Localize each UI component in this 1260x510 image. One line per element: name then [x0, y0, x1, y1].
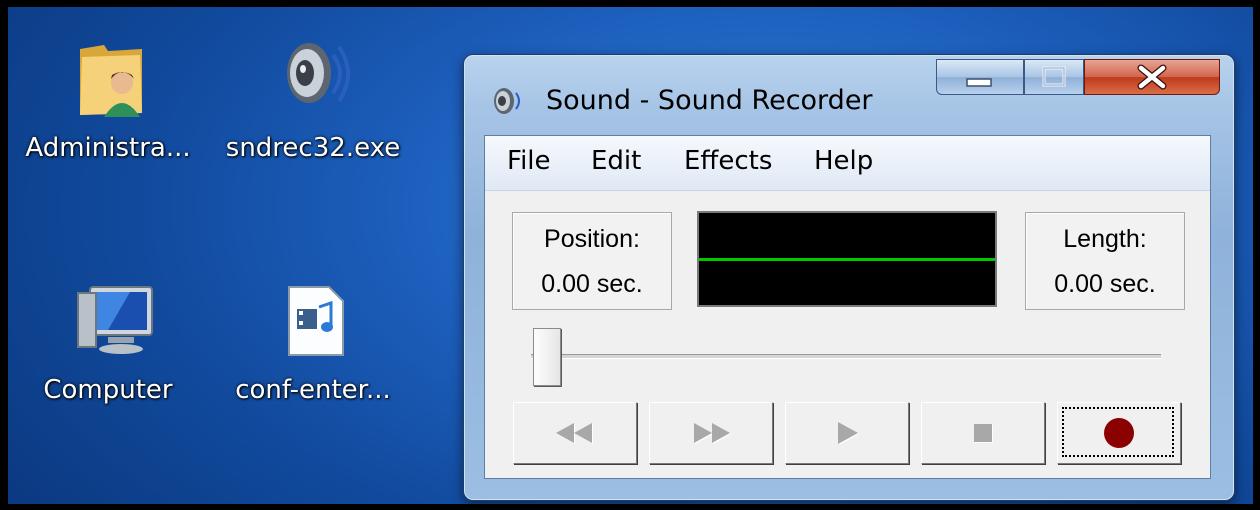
record-button[interactable] — [1057, 402, 1181, 464]
minimize-icon — [966, 78, 992, 87]
rewind-icon — [556, 423, 593, 444]
maximize-icon — [1042, 66, 1066, 87]
seek-to-end-button[interactable] — [649, 402, 773, 464]
waveform-display — [697, 211, 997, 307]
play-button[interactable] — [785, 402, 909, 464]
user-folder-icon — [80, 45, 142, 117]
minimize-button[interactable] — [936, 59, 1024, 95]
play-icon — [838, 422, 859, 445]
stop-button[interactable] — [921, 402, 1045, 464]
media-file-icon — [288, 286, 344, 356]
desktop-icon-administrator[interactable]: Administra... — [8, 27, 208, 177]
speaker-icon — [287, 43, 350, 103]
sound-recorder-window: Sound - Sound Recorder File Edit Effects — [463, 54, 1235, 501]
menu-effects[interactable]: Effects — [684, 146, 772, 176]
window-client-area: File Edit Effects Help Position: 0.00 se… — [484, 135, 1211, 479]
position-display: Position: 0.00 sec. — [512, 212, 672, 310]
desktop-icon-label: conf-enter... — [235, 375, 391, 405]
close-button[interactable] — [1084, 59, 1220, 95]
desktop-icon-label: Administra... — [25, 133, 191, 163]
waveform-line — [699, 258, 995, 261]
position-value: 0.00 sec. — [541, 270, 643, 298]
length-label: Length: — [1063, 225, 1147, 253]
menu-bar: File Edit Effects Help — [485, 136, 1210, 191]
seek-slider-track[interactable] — [531, 354, 1161, 359]
record-icon — [1104, 418, 1134, 448]
stop-icon — [974, 424, 993, 443]
menu-file[interactable]: File — [507, 146, 551, 176]
fast-forward-icon — [694, 423, 731, 444]
desktop-icon-label: Computer — [43, 375, 173, 405]
maximize-button[interactable] — [1024, 59, 1084, 95]
window-title: Sound - Sound Recorder — [546, 85, 873, 116]
length-value: 0.00 sec. — [1054, 270, 1156, 298]
menu-help[interactable]: Help — [814, 146, 873, 176]
desktop-icon-sndrec32[interactable]: sndrec32.exe — [213, 27, 413, 177]
seek-to-start-button[interactable] — [513, 402, 637, 464]
computer-icon — [77, 286, 153, 354]
position-label: Position: — [544, 225, 640, 253]
desktop-icon-computer[interactable]: Computer — [8, 277, 208, 417]
length-display: Length: 0.00 sec. — [1025, 212, 1185, 310]
desktop-icon-conf-enter[interactable]: conf-enter... — [213, 277, 413, 417]
close-icon — [1137, 64, 1167, 90]
menu-edit[interactable]: Edit — [591, 146, 641, 176]
desktop: Administra... sndrec32.exe Computer conf… — [0, 0, 1260, 510]
desktop-icon-label: sndrec32.exe — [225, 133, 401, 163]
speaker-icon — [494, 88, 520, 114]
seek-slider-thumb[interactable] — [533, 328, 561, 386]
